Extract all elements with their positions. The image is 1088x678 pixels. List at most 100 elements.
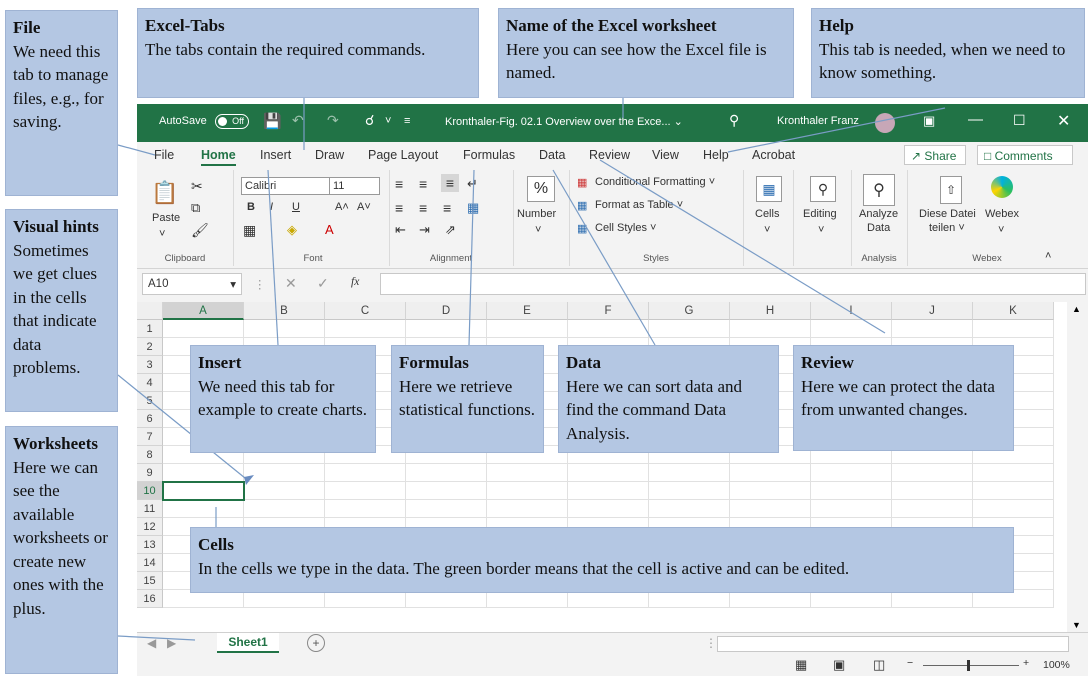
sheet-tab-sheet1[interactable]: Sheet1	[217, 633, 279, 653]
row-header-3[interactable]: 3	[137, 356, 163, 374]
align-top-icon[interactable]: ≡	[395, 176, 403, 192]
cell-K1[interactable]	[973, 320, 1054, 338]
cell-K10[interactable]	[973, 482, 1054, 500]
bold-button[interactable]: B	[247, 201, 255, 213]
tab-data[interactable]: Data	[539, 148, 565, 162]
maximize-icon[interactable]: ☐	[1013, 112, 1026, 129]
vertical-scrollbar[interactable]: ▲ ▼	[1067, 302, 1088, 632]
percent-icon[interactable]: %	[527, 176, 555, 202]
row-header-7[interactable]: 7	[137, 428, 163, 446]
tab-home[interactable]: Home	[201, 148, 236, 166]
column-header-j[interactable]: J	[892, 302, 973, 320]
align-middle-icon[interactable]: ≡	[419, 176, 427, 192]
touch-mode-icon[interactable]: ☌	[365, 112, 374, 129]
formula-input[interactable]	[380, 273, 1086, 295]
conditional-formatting-button[interactable]: Conditional Formatting ˅	[595, 176, 715, 188]
row-header-11[interactable]: 11	[137, 500, 163, 518]
tab-acrobat[interactable]: Acrobat	[752, 148, 795, 162]
sheet-nav-next-icon[interactable]: ▶	[167, 636, 176, 650]
cells-icon[interactable]: ▦	[756, 176, 782, 202]
webex-dropdown-icon[interactable]: ˅	[998, 224, 1004, 236]
shrink-font-button[interactable]: A˅	[357, 201, 371, 213]
add-sheet-button[interactable]: +	[307, 634, 325, 652]
page-layout-view-icon[interactable]: ▣	[833, 657, 845, 673]
cell-G10[interactable]	[649, 482, 730, 500]
search-icon[interactable]: ⚲	[729, 112, 739, 129]
ribbon-display-icon[interactable]: ▣	[923, 113, 935, 129]
align-right-icon[interactable]: ≡	[443, 200, 451, 216]
cell-B9[interactable]	[244, 464, 325, 482]
name-box[interactable]: A10 ▾	[142, 273, 242, 295]
cell-K9[interactable]	[973, 464, 1054, 482]
cell-B10[interactable]	[244, 482, 325, 500]
grow-font-button[interactable]: A˄	[335, 201, 349, 213]
cell-D1[interactable]	[406, 320, 487, 338]
cell-F11[interactable]	[568, 500, 649, 518]
tab-draw[interactable]: Draw	[315, 148, 344, 162]
borders-icon[interactable]: ▦	[243, 222, 256, 239]
cell-E1[interactable]	[487, 320, 568, 338]
row-header-16[interactable]: 16	[137, 590, 163, 608]
cell-D10[interactable]	[406, 482, 487, 500]
insert-function-icon[interactable]: fx	[351, 276, 359, 288]
wrap-text-icon[interactable]: ↵	[467, 176, 478, 192]
analyze-data-icon[interactable]: ⚲	[863, 174, 895, 206]
editing-button[interactable]: Editing	[803, 208, 837, 220]
row-header-15[interactable]: 15	[137, 572, 163, 590]
font-color-icon[interactable]: A	[325, 222, 334, 237]
conditional-formatting-icon[interactable]: ▦	[577, 176, 587, 189]
font-size-select[interactable]: 11	[329, 177, 380, 195]
cell-E10[interactable]	[487, 482, 568, 500]
cell-H1[interactable]	[730, 320, 811, 338]
format-painter-icon[interactable]: 🖌	[191, 222, 209, 239]
user-name[interactable]: Kronthaler Franz	[777, 115, 859, 127]
row-header-9[interactable]: 9	[137, 464, 163, 482]
increase-indent-icon[interactable]: ⇥	[419, 222, 430, 238]
cell-J11[interactable]	[892, 500, 973, 518]
cell-I10[interactable]	[811, 482, 892, 500]
zoom-slider-thumb[interactable]	[967, 660, 970, 671]
cell-C9[interactable]	[325, 464, 406, 482]
cut-icon[interactable]: ✂	[191, 178, 203, 195]
tab-help[interactable]: Help	[703, 148, 729, 162]
page-break-view-icon[interactable]: ◫	[873, 657, 885, 673]
cell-I9[interactable]	[811, 464, 892, 482]
cell-G1[interactable]	[649, 320, 730, 338]
find-icon[interactable]: ⚲	[810, 176, 836, 202]
zoom-slider[interactable]	[923, 665, 1019, 666]
customize-qat-icon[interactable]: ≡	[404, 115, 410, 127]
cell-A11[interactable]	[163, 500, 244, 518]
tab-review[interactable]: Review	[589, 148, 630, 162]
cell-I11[interactable]	[811, 500, 892, 518]
align-bottom-icon[interactable]: ≡	[441, 174, 459, 192]
share-file-line1[interactable]: Diese Datei	[919, 208, 976, 220]
webex-button[interactable]: Webex	[985, 208, 1019, 220]
orientation-icon[interactable]: ⇗	[445, 222, 456, 238]
cell-H9[interactable]	[730, 464, 811, 482]
cell-D11[interactable]	[406, 500, 487, 518]
cell-F10[interactable]	[568, 482, 649, 500]
name-box-dropdown-icon[interactable]: ▾	[230, 277, 236, 291]
cell-B11[interactable]	[244, 500, 325, 518]
align-center-icon[interactable]: ≡	[419, 200, 427, 216]
align-left-icon[interactable]: ≡	[395, 200, 403, 216]
row-header-8[interactable]: 8	[137, 446, 163, 464]
row-header-13[interactable]: 13	[137, 536, 163, 554]
analyze-data-line1[interactable]: Analyze	[859, 208, 898, 220]
zoom-level[interactable]: 100%	[1043, 659, 1070, 671]
active-cell-border[interactable]	[162, 481, 245, 501]
horizontal-scrollbar[interactable]	[717, 636, 1069, 652]
column-header-a[interactable]: A	[163, 302, 244, 320]
cell-styles-icon[interactable]: ▦	[577, 222, 587, 235]
font-name-select[interactable]: Calibri	[241, 177, 332, 195]
column-header-h[interactable]: H	[730, 302, 811, 320]
sheet-nav-prev-icon[interactable]: ◀	[147, 636, 156, 650]
cell-C1[interactable]	[325, 320, 406, 338]
row-header-2[interactable]: 2	[137, 338, 163, 356]
minimize-icon[interactable]: —	[968, 111, 983, 128]
cell-A1[interactable]	[163, 320, 244, 338]
cell-C11[interactable]	[325, 500, 406, 518]
cell-H10[interactable]	[730, 482, 811, 500]
undo-icon[interactable]: ↶	[292, 112, 304, 129]
webex-icon[interactable]	[991, 176, 1013, 198]
